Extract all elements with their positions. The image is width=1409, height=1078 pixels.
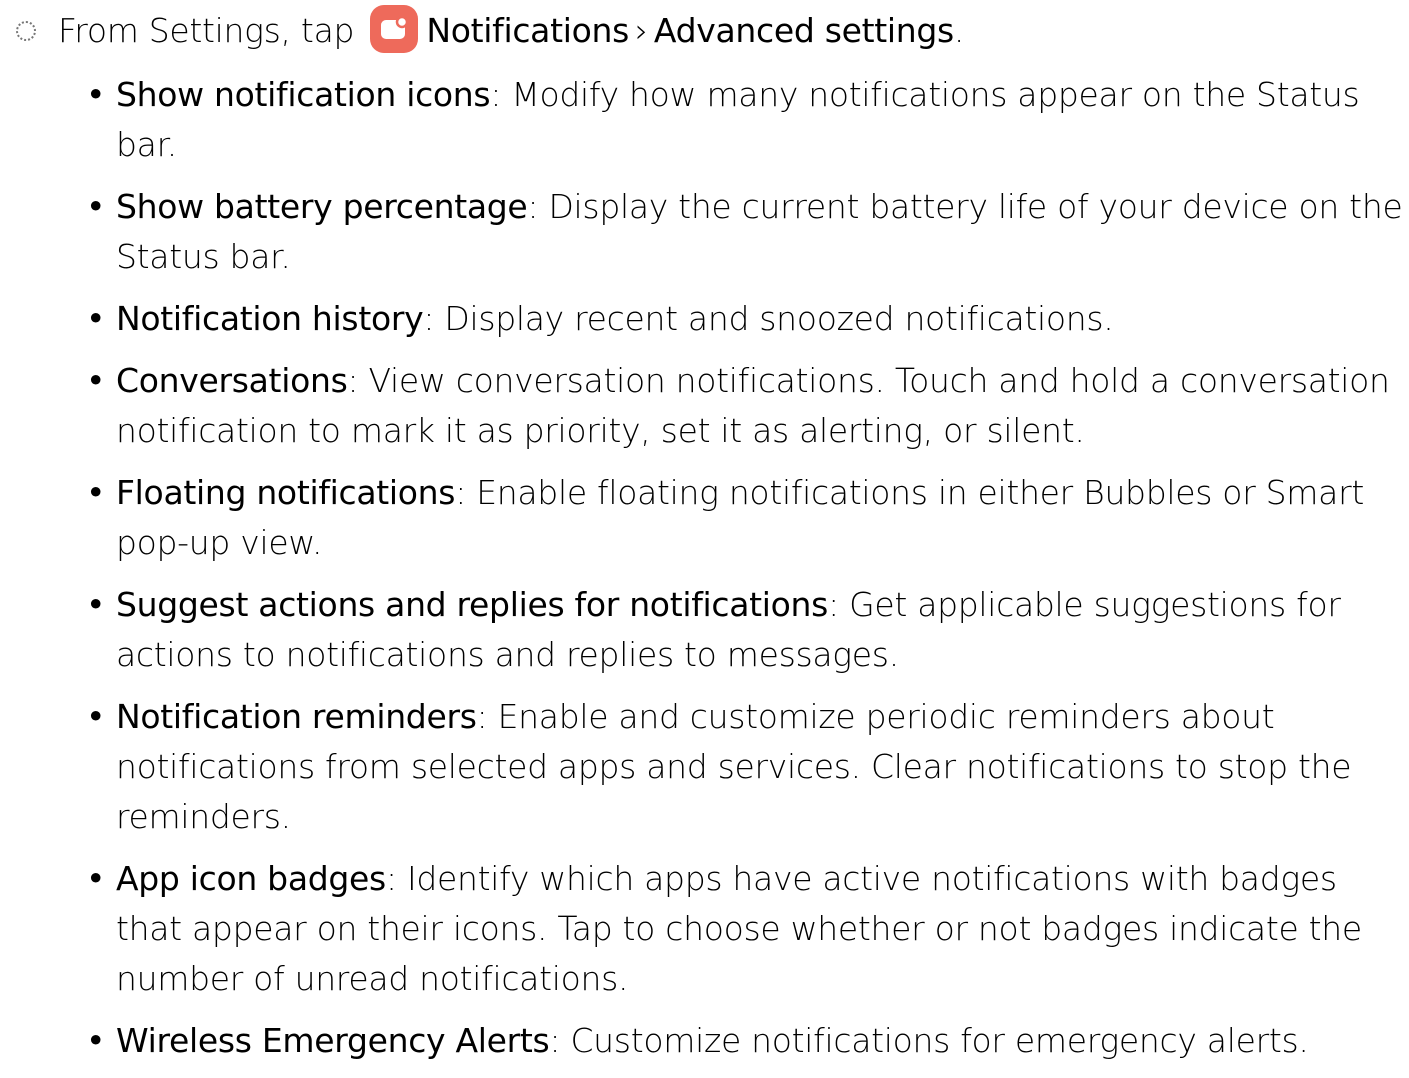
bullet-icon: •	[86, 697, 106, 736]
item-term: Show battery percentage	[116, 187, 528, 226]
bullet-icon: •	[86, 75, 106, 114]
list-item: • Show notification icons: Modify how man…	[86, 70, 1406, 170]
step-marker-icon	[16, 20, 36, 41]
list-item: • Wireless Emergency Alerts: Customize no…	[86, 1016, 1406, 1066]
step-prefix: From Settings, tap	[58, 11, 355, 50]
instruction-step: From Settings, tap Notifications › Advance…	[8, 4, 965, 56]
notifications-app-icon	[370, 4, 419, 53]
bullet-icon: •	[86, 299, 106, 338]
list-item: • Suggest actions and replies for notific…	[86, 580, 1406, 680]
item-text: : Display recent and snoozed notificatio…	[423, 299, 1114, 338]
item-term: Floating notifications	[116, 473, 456, 512]
bullet-icon: •	[86, 859, 106, 898]
item-text: : Customize notifications for emergency …	[549, 1021, 1309, 1060]
bullet-icon: •	[86, 585, 106, 624]
step-suffix: .	[953, 11, 965, 50]
item-term: Show notification icons	[116, 75, 491, 114]
menu-path-advanced-settings: Advanced settings	[653, 11, 954, 50]
bullet-icon: •	[86, 187, 106, 226]
item-term: App icon badges	[116, 859, 386, 898]
item-term: Suggest actions and replies for notifica…	[116, 585, 829, 624]
item-term: Conversations	[116, 361, 348, 400]
list-item: • Notification reminders: Enable and cust…	[86, 692, 1406, 842]
item-term: Wireless Emergency Alerts	[116, 1021, 550, 1060]
document-page: From Settings, tap Notifications › Advance…	[0, 0, 1409, 1060]
item-term: Notification reminders	[116, 697, 477, 736]
list-item: • Notification history: Display recent an…	[86, 294, 1406, 344]
chevron-right-icon: ›	[635, 11, 648, 50]
bullet-icon: •	[86, 1021, 106, 1060]
bullet-icon: •	[86, 361, 106, 400]
list-item: • Show battery percentage: Display the cu…	[86, 182, 1406, 282]
list-item: • Floating notifications: Enable floating…	[86, 468, 1406, 568]
item-term: Notification history	[116, 299, 424, 338]
settings-list: • Show notification icons: Modify how man…	[86, 70, 1406, 1078]
list-item: • Conversations: View conversation notifi…	[86, 356, 1406, 456]
list-item: • App icon badges: Identify which apps ha…	[86, 854, 1406, 1004]
menu-path-notifications: Notifications	[426, 11, 629, 50]
bullet-icon: •	[86, 473, 106, 512]
